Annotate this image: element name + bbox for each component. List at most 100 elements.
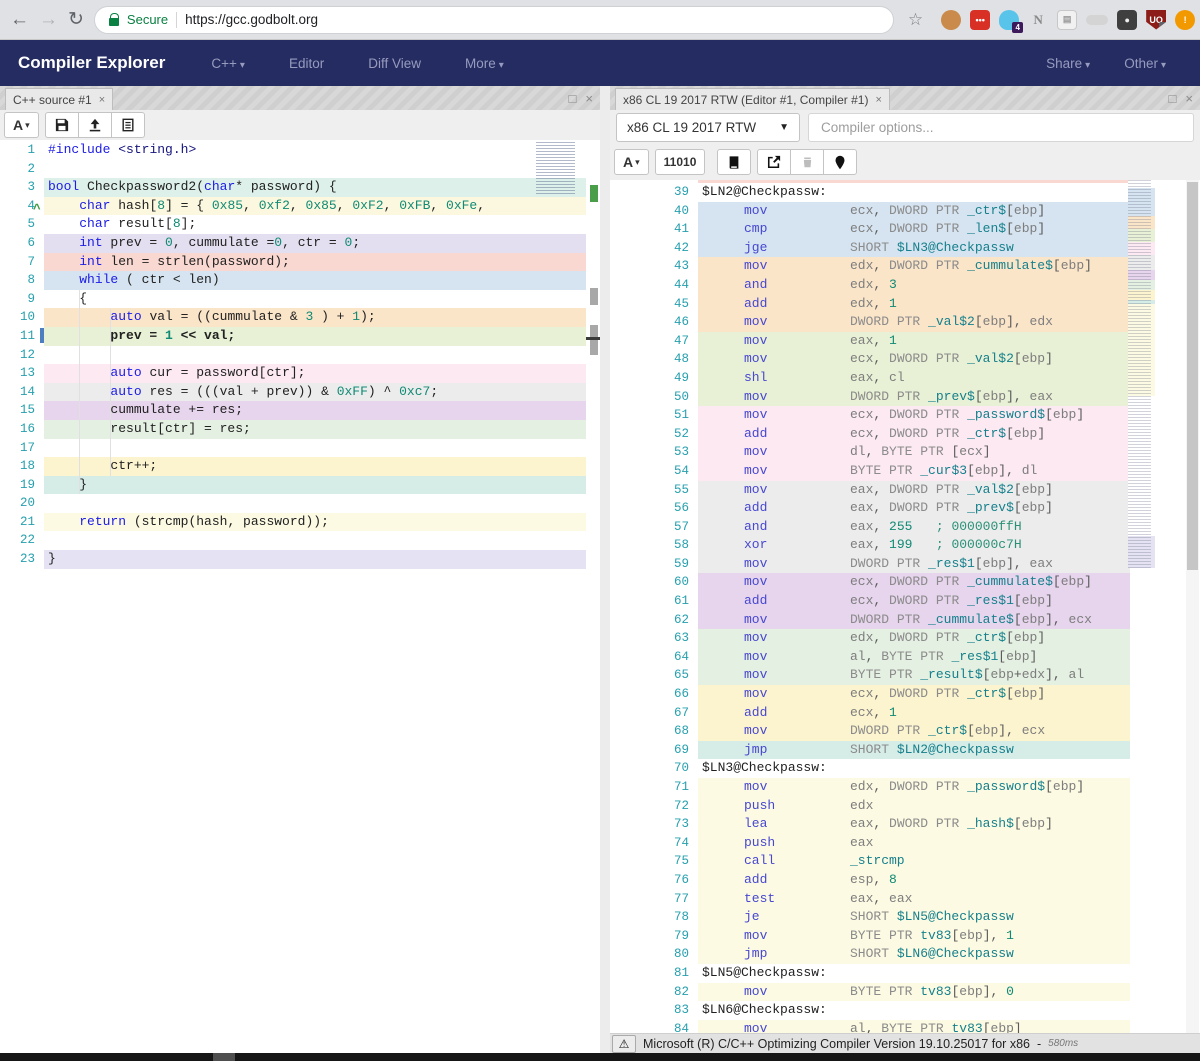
asm-line: 77testeax, eax [610, 890, 1200, 909]
source-tab-close-icon[interactable]: × [99, 94, 105, 106]
asm-tab-close-icon[interactable]: × [875, 94, 881, 106]
asm-line-content: addeax, DWORD PTR _prev$[ebp] [698, 499, 1200, 518]
asm-line: 79movBYTE PTR tv83[ebp], 1 [610, 927, 1200, 946]
libraries-button[interactable] [717, 149, 751, 175]
paste-button[interactable] [111, 112, 145, 138]
asm-line-content: shleax, cl [698, 369, 1200, 388]
asm-line-content: movDWORD PTR _cummulate$[ebp], ecx [698, 611, 1200, 630]
pane-divider[interactable] [600, 86, 610, 1053]
line-highlight [44, 476, 586, 495]
line-number: 61 [610, 592, 698, 611]
code-text: char hash[8] = { 0x85, 0xf2, 0x85, 0xF2,… [48, 198, 485, 213]
compiler-options-input[interactable] [808, 113, 1194, 142]
nav-item-c-[interactable]: C++▾ [211, 56, 245, 71]
asm-scrollbar-thumb[interactable] [1187, 182, 1198, 570]
red-dots-extension-icon[interactable]: ••• [970, 10, 990, 30]
pill-extension-icon[interactable] [1086, 15, 1108, 25]
asm-line: 49shleax, cl [610, 369, 1200, 388]
asm-operands: BYTE PTR _result$[ebp+edx], al [850, 666, 1084, 685]
asm-opcode: push [744, 797, 775, 816]
binary-toggle-button[interactable]: 11010 [655, 149, 706, 175]
asm-scrollbar[interactable] [1186, 180, 1199, 1033]
asm-line: 74pusheax [610, 834, 1200, 853]
asm-line-content: movecx, DWORD PTR _ctr$[ebp] [698, 685, 1200, 704]
nav-item-editor[interactable]: Editor [289, 56, 324, 71]
n-extension-icon[interactable]: N [1028, 10, 1048, 30]
asm-opcode: mov [744, 983, 767, 1002]
compiler-select[interactable]: x86 CL 19 2017 RTW ▼ [616, 113, 800, 142]
asm-line: 81$LN5@Checkpassw: [610, 964, 1200, 983]
external-link-button[interactable] [757, 149, 791, 175]
upload-icon [88, 118, 102, 132]
asm-opcode: and [744, 518, 767, 537]
code-line: 14 auto res = (((val + prev)) & 0xFF) ^ … [0, 383, 600, 402]
asm-line: 69jmpSHORT $LN2@Checkpassw [610, 741, 1200, 760]
asm-line: 82movBYTE PTR tv83[ebp], 0 [610, 983, 1200, 1002]
asm-line: 61addecx, DWORD PTR _res$1[ebp] [610, 592, 1200, 611]
browser-forward-icon[interactable]: → [39, 9, 58, 31]
load-button[interactable] [78, 112, 112, 138]
overview-ruler[interactable] [586, 140, 600, 1053]
browser-back-icon[interactable]: ← [10, 9, 29, 31]
chevron-down-icon: ▼ [779, 122, 789, 133]
bottom-scrollbar[interactable] [0, 1053, 1200, 1061]
source-tab[interactable]: C++ source #1 × [5, 88, 113, 110]
code-line-content [44, 494, 600, 513]
shield-extension-icon[interactable]: UO2 [1146, 10, 1166, 30]
ghost-extension-icon[interactable]: 4 [999, 10, 1019, 30]
line-number: 81 [610, 964, 698, 983]
asm-line: 44andedx, 3 [610, 276, 1200, 295]
nav-item-more[interactable]: More▾ [465, 56, 504, 71]
asm-operands: ecx, DWORD PTR _val$2[ebp] [850, 350, 1053, 369]
close-icon[interactable]: × [1185, 91, 1193, 106]
asm-opcode: jmp [744, 945, 767, 964]
asm-line: 80jmpSHORT $LN6@Checkpassw [610, 945, 1200, 964]
asm-opcode: and [744, 276, 767, 295]
pin-button[interactable] [823, 149, 857, 175]
font-size-button[interactable]: A▾ [4, 112, 39, 138]
alert-extension-icon[interactable]: ! [1175, 10, 1195, 30]
nav-item-diff-view[interactable]: Diff View [368, 56, 421, 71]
asm-editor[interactable]: 39$LN2@Checkpassw:40movecx, DWORD PTR _c… [610, 180, 1200, 1033]
source-minimap[interactable] [536, 142, 586, 196]
line-number: 56 [610, 499, 698, 518]
browser-toolbar: ← → ↻ Secure https://gcc.godbolt.org ☆ •… [0, 0, 1200, 40]
asm-line-content: addecx, DWORD PTR _res$1[ebp] [698, 592, 1200, 611]
asm-font-size-button[interactable]: A▾ [614, 149, 649, 175]
source-editor[interactable]: 1#include <string.h>23bool Checkpassword… [0, 140, 600, 1053]
code-line: 8 while ( ctr < len) [0, 271, 600, 290]
nav-menu-right: Share▾ Other▾ [1046, 56, 1166, 71]
close-icon[interactable]: × [585, 91, 593, 106]
nav-item-other[interactable]: Other▾ [1124, 56, 1166, 71]
cookie-extension-icon[interactable] [941, 10, 961, 30]
bottom-scrollbar-thumb[interactable] [213, 1053, 235, 1061]
trash-button[interactable] [790, 149, 824, 175]
asm-operands: SHORT $LN5@Checkpassw [850, 908, 1014, 927]
code-line: 2 [0, 160, 600, 179]
line-number: 14 [0, 383, 44, 402]
asm-code-lines: 39$LN2@Checkpassw:40movecx, DWORD PTR _c… [610, 183, 1200, 1033]
warning-icon[interactable]: ⚠ [612, 1035, 636, 1053]
asm-opcode: mov [744, 481, 767, 500]
nav-item-share[interactable]: Share▾ [1046, 56, 1090, 71]
asm-operands: SHORT $LN6@Checkpassw [850, 945, 1014, 964]
asm-line: 65movBYTE PTR _result$[ebp+edx], al [610, 666, 1200, 685]
maximize-icon[interactable]: □ [569, 91, 577, 106]
line-number: 65 [610, 666, 698, 685]
asm-opcode: mov [744, 388, 767, 407]
line-number: 2 [0, 160, 44, 179]
asm-opcode: mov [744, 927, 767, 946]
fold-caret-icon[interactable]: ^ [33, 202, 41, 217]
asm-minimap[interactable] [1128, 180, 1155, 568]
bookmark-star-icon[interactable]: ☆ [908, 10, 923, 30]
maximize-icon[interactable]: □ [1169, 91, 1177, 106]
clipboard-icon [121, 118, 135, 132]
asm-line-content: leaeax, DWORD PTR _hash$[ebp] [698, 815, 1200, 834]
browser-reload-icon[interactable]: ↻ [68, 8, 84, 31]
save-button[interactable] [45, 112, 79, 138]
asm-tab[interactable]: x86 CL 19 2017 RTW (Editor #1, Compiler … [615, 88, 890, 110]
page-extension-icon[interactable]: ▤ [1057, 10, 1077, 30]
address-bar[interactable]: Secure https://gcc.godbolt.org [94, 6, 894, 34]
code-line-content [44, 531, 600, 550]
dark-app-extension-icon[interactable]: ● [1117, 10, 1137, 30]
